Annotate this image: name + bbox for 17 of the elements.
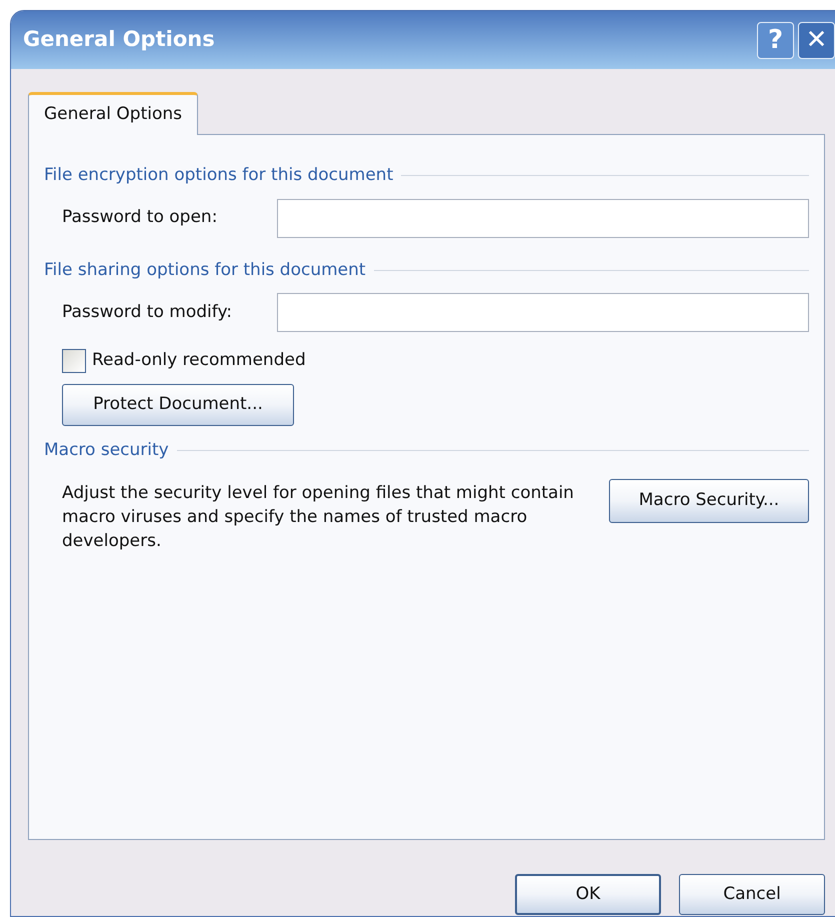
- macro-security-button[interactable]: Macro Security...: [609, 479, 809, 523]
- ok-button[interactable]: OK: [515, 874, 661, 915]
- close-button[interactable]: ✕: [798, 22, 835, 58]
- checkbox[interactable]: [62, 348, 86, 373]
- cancel-button[interactable]: Cancel: [679, 874, 825, 915]
- field-label: Password to modify:: [62, 300, 233, 324]
- field-label: Password to open:: [62, 206, 218, 230]
- macro-description: Adjust the security level for opening files that might contain macro viruses and specify the names of trusted macro developers.: [62, 482, 575, 553]
- tab[interactable]: General Options: [28, 92, 198, 135]
- section-heading: Macro security: [44, 438, 169, 462]
- password-field[interactable]: [277, 293, 809, 332]
- checkbox-label: Read-only recommended: [92, 349, 306, 372]
- window-title: General Options: [23, 26, 215, 54]
- protect-document-button[interactable]: Protect Document...: [62, 384, 294, 426]
- section-heading: File sharing options for this document: [44, 258, 366, 282]
- password-field[interactable]: [277, 198, 809, 238]
- section-heading: File encryption options for this document: [44, 164, 394, 187]
